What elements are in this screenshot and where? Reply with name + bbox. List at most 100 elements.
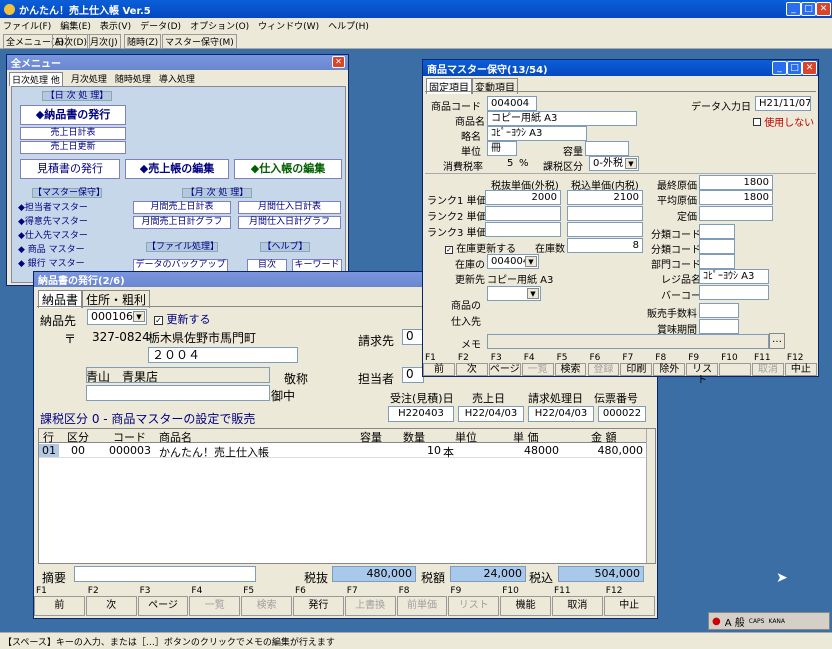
zaiko-update-checkbox[interactable]: ✓ 在庫更新する: [445, 240, 516, 255]
rank2-zeikomi-field[interactable]: [567, 206, 643, 221]
shiire-select[interactable]: ▼: [487, 286, 541, 301]
nohin-f9-button[interactable]: F9 リスト: [448, 586, 500, 616]
memo-edit-button[interactable]: …: [769, 333, 785, 349]
update-checkbox[interactable]: ✓ 更新する: [154, 311, 211, 327]
menu-help[interactable]: ヘルプ(H): [328, 19, 369, 32]
nohin-f7-button[interactable]: F7 上書換: [344, 586, 396, 616]
nohin-f3-button[interactable]: F3 ページ: [137, 586, 189, 616]
master-f4-button[interactable]: F4 一覧: [521, 353, 554, 376]
master-f3-button[interactable]: F3 ページ: [488, 353, 521, 376]
taxkubun-select[interactable]: 0-外税 ▼: [589, 156, 639, 171]
bumon-field[interactable]: [699, 254, 735, 269]
uriage-nikkei-button[interactable]: 売上日計表: [20, 127, 126, 140]
master-f9-button[interactable]: F9 リスト: [686, 353, 719, 386]
menu-data[interactable]: データ(D): [140, 19, 181, 32]
ime-mode[interactable]: A 般: [725, 614, 745, 629]
tab-anytime[interactable]: 随時処理: [115, 72, 151, 86]
nohin-button[interactable]: ◆納品書の発行: [20, 105, 126, 125]
nohin-f5-button[interactable]: F5 検索: [241, 586, 292, 616]
master-item-shohin[interactable]: ◆ 商品 マスター: [18, 243, 118, 257]
master-item-tokui[interactable]: ◆得意先マスター: [18, 215, 118, 229]
menu-view[interactable]: 表示(V): [100, 19, 131, 32]
yoryo-field[interactable]: [585, 141, 629, 156]
ime-icon[interactable]: ●: [712, 616, 721, 627]
app-minimize-button[interactable]: _: [786, 2, 801, 16]
denpyo-field[interactable]: 000022: [598, 406, 646, 422]
menu-window[interactable]: ウィンドウ(W): [258, 19, 319, 32]
tanto-field[interactable]: 0: [402, 367, 424, 383]
tab-daily[interactable]: 日次処理 他: [9, 72, 63, 86]
nohin-f4-button[interactable]: F4 一覧: [189, 586, 241, 616]
uriage-koushin-button[interactable]: 売上日更新: [20, 141, 126, 154]
zaikosu-field[interactable]: 8: [567, 238, 643, 253]
nohinsaki-code-select[interactable]: 000106 ▼: [87, 309, 147, 325]
monthly-uriage-nikkei[interactable]: 月間売上日計表: [133, 201, 231, 214]
monthly-uriage-graph[interactable]: 月間売上日計グラフ: [133, 216, 231, 229]
master-close-button[interactable]: ✕: [802, 61, 817, 75]
monthly-shiire-graph[interactable]: 月間仕入日計グラフ: [238, 216, 341, 229]
master-item-ginko[interactable]: ◆ 銀行 マスター: [18, 257, 118, 271]
master-item-shiire[interactable]: ◆仕入先マスター: [18, 229, 118, 243]
tekiyo-field[interactable]: [74, 566, 256, 582]
app-close-button[interactable]: ✕: [816, 2, 831, 16]
customer-field[interactable]: [86, 367, 270, 383]
nohin-f8-button[interactable]: F8 前単価: [396, 586, 448, 616]
toolbar-daily[interactable]: 日次(D): [52, 34, 90, 49]
table-row[interactable]: 01 00 000003 かんたん！売上仕入帳 10 本 48000 480,0…: [39, 444, 647, 459]
memo-field[interactable]: [487, 334, 769, 349]
app-maximize-button[interactable]: □: [801, 2, 816, 16]
master-f8-button[interactable]: F8 除外: [653, 353, 686, 376]
menu-file[interactable]: ファイル(F): [3, 19, 51, 32]
rank1-zeikomi-field[interactable]: 2100: [567, 190, 643, 205]
master-maximize-button[interactable]: □: [787, 61, 802, 75]
tab-setup[interactable]: 導入処理: [159, 72, 195, 86]
rank1-zeinuki-field[interactable]: 2000: [485, 190, 561, 205]
master-minimize-button[interactable]: _: [772, 61, 787, 75]
main-menu-close-button[interactable]: ✕: [332, 56, 345, 68]
nohin-f12-button[interactable]: F12 中止: [603, 586, 655, 616]
master-f11-button[interactable]: F11 取消: [752, 353, 784, 376]
cost-avg-field[interactable]: 1800: [699, 190, 773, 205]
master-f1-button[interactable]: F1 前: [423, 353, 455, 376]
shiire-edit-button[interactable]: ◆仕入帳の編集: [234, 159, 342, 179]
nohin-f1-button[interactable]: F1 前: [34, 586, 85, 616]
nohin-f2-button[interactable]: F2 次: [85, 586, 137, 616]
nohin-f11-button[interactable]: F11 取消: [552, 586, 603, 616]
master-f10-button[interactable]: F10: [719, 353, 751, 376]
barcode-field[interactable]: [699, 285, 769, 300]
seikyu-date-field[interactable]: H22/04/03: [528, 406, 594, 422]
unit-field[interactable]: 冊: [487, 141, 517, 156]
kigen-field[interactable]: [699, 319, 739, 334]
juchu-date-field[interactable]: H220403: [388, 406, 454, 422]
menu-options[interactable]: オプション(O): [190, 19, 249, 32]
toolbar-monthly[interactable]: 月次(J): [87, 34, 121, 49]
address2-field[interactable]: ２００４: [148, 347, 298, 363]
bunrui2-field[interactable]: [699, 239, 735, 254]
tesuryo-field[interactable]: [699, 303, 739, 318]
cost-last-field[interactable]: 1800: [699, 175, 773, 190]
master-f5-button[interactable]: F5 検索: [554, 353, 587, 376]
teika-field[interactable]: [699, 206, 773, 221]
uriage-date-field[interactable]: H22/04/03: [458, 406, 524, 422]
ryaku-field[interactable]: ｺﾋﾟｰﾖｳｼ A3: [487, 126, 587, 141]
uriage-edit-button[interactable]: ◆売上帳の編集: [125, 159, 229, 179]
bunrui-field[interactable]: [699, 224, 735, 239]
nohin-f10-button[interactable]: F10 機能: [500, 586, 551, 616]
tab-monthly[interactable]: 月次処理: [71, 72, 107, 86]
taxrate-value[interactable]: 5: [507, 158, 513, 169]
toolbar-anytime[interactable]: 随時(Z): [124, 34, 162, 49]
seikyu-field[interactable]: 0: [402, 329, 424, 345]
menu-edit[interactable]: 編集(E): [60, 19, 91, 32]
toolbar-master[interactable]: マスター保守(M): [162, 34, 237, 49]
zaikono-select[interactable]: 004004 ▼: [487, 254, 539, 269]
name-field[interactable]: コピー用紙 A3: [487, 111, 637, 126]
nohin-f6-button[interactable]: F6 発行: [293, 586, 344, 616]
customer-field2[interactable]: [86, 385, 270, 401]
date-field[interactable]: H21/11/07: [755, 96, 811, 111]
table-scrollbar[interactable]: [646, 429, 655, 563]
regi-field[interactable]: ｺﾋﾟｰﾖｳｼ A3: [699, 269, 769, 284]
code-field[interactable]: 004004: [487, 96, 537, 111]
rank3-zeinuki-field[interactable]: [485, 222, 561, 237]
monthly-shiire-nikkei[interactable]: 月間仕入日計表: [238, 201, 341, 214]
master-f7-button[interactable]: F7 印刷: [620, 353, 653, 376]
